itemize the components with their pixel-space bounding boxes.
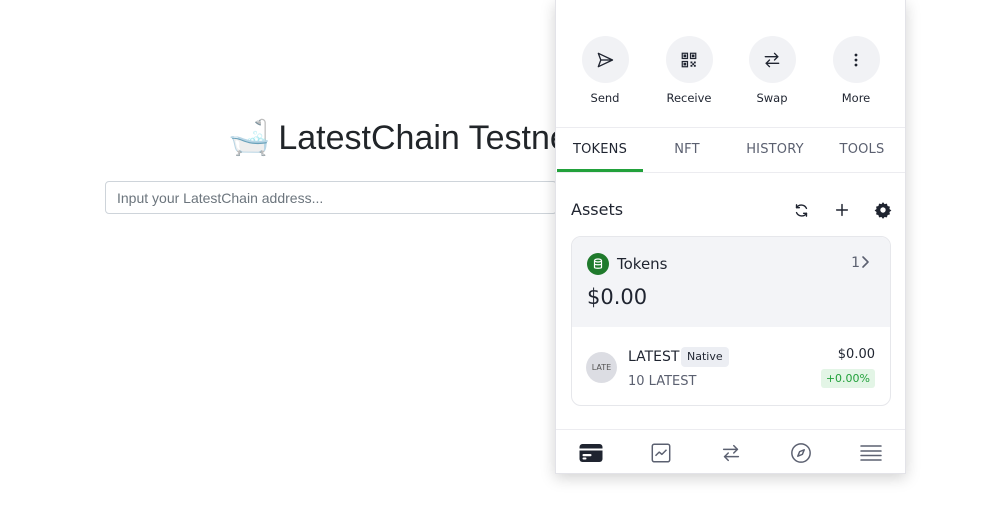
token-value: $0.00	[837, 347, 875, 362]
tab-history[interactable]: HISTORY	[731, 128, 819, 172]
menu-icon	[860, 445, 882, 461]
nav-menu[interactable]	[858, 440, 884, 466]
more-button[interactable]: More	[816, 36, 896, 105]
qr-code-icon	[681, 52, 697, 67]
swap-icon	[722, 444, 740, 462]
address-input[interactable]	[105, 181, 557, 214]
token-amount: 10 LATEST	[628, 374, 697, 389]
tokens-label: Tokens	[617, 255, 668, 273]
divider	[556, 172, 905, 173]
send-label: Send	[590, 91, 620, 105]
tokens-badge	[587, 253, 609, 275]
page-title: 🛁 LatestChain Testnet	[228, 116, 558, 160]
token-change-badge: +0.00%	[820, 369, 875, 388]
wallet-card-icon	[579, 444, 603, 462]
database-icon	[593, 258, 603, 269]
send-button[interactable]: Send	[565, 36, 645, 105]
tab-tools[interactable]: TOOLS	[819, 128, 905, 172]
token-avatar: LATE	[586, 352, 617, 383]
bottom-nav	[556, 429, 905, 473]
assets-header: Assets	[571, 198, 892, 222]
token-name: LATEST	[628, 349, 680, 365]
tokens-summary[interactable]: Tokens 1 $0.00	[572, 237, 890, 327]
refresh-icon	[795, 203, 807, 217]
nav-swap[interactable]	[718, 440, 744, 466]
receive-label: Receive	[666, 91, 712, 105]
wallet-popup: Send Receive Swap More TOKENS NFT HISTOR…	[555, 0, 906, 474]
token-row[interactable]: LATE LATEST Native 10 LATEST $0.00 +0.00…	[572, 327, 890, 405]
swap-label: Swap	[756, 91, 788, 105]
bathtub-icon: 🛁	[228, 119, 271, 157]
settings-button[interactable]	[871, 198, 895, 222]
chevron-right-icon	[861, 255, 870, 273]
tokens-count: 1	[851, 255, 860, 271]
nav-explore[interactable]	[788, 440, 814, 466]
compass-icon	[791, 443, 811, 463]
plus-icon	[835, 203, 849, 217]
wallet-tabs: TOKENS NFT HISTORY TOOLS	[556, 128, 905, 172]
tokens-total: $0.00	[587, 285, 648, 309]
send-icon	[597, 52, 614, 67]
page-title-text: LatestChain Testnet	[278, 118, 558, 157]
nav-wallet[interactable]	[578, 440, 604, 466]
swap-button[interactable]: Swap	[732, 36, 812, 105]
receive-button[interactable]: Receive	[649, 36, 729, 105]
more-vertical-icon	[854, 53, 858, 66]
swap-icon	[764, 52, 780, 67]
tokens-card: Tokens 1 $0.00 LATE LATEST Native 10 LAT…	[571, 236, 891, 406]
action-bar: Send Receive Swap More	[556, 36, 905, 112]
assets-title: Assets	[571, 200, 624, 219]
gear-icon	[874, 202, 892, 219]
more-label: More	[841, 91, 871, 105]
tab-tokens[interactable]: TOKENS	[557, 128, 643, 172]
native-badge: Native	[681, 347, 729, 367]
tab-nft[interactable]: NFT	[644, 128, 730, 172]
chart-icon	[651, 443, 671, 463]
nav-markets[interactable]	[648, 440, 674, 466]
add-asset-button[interactable]	[830, 198, 854, 222]
refresh-button[interactable]	[789, 198, 813, 222]
